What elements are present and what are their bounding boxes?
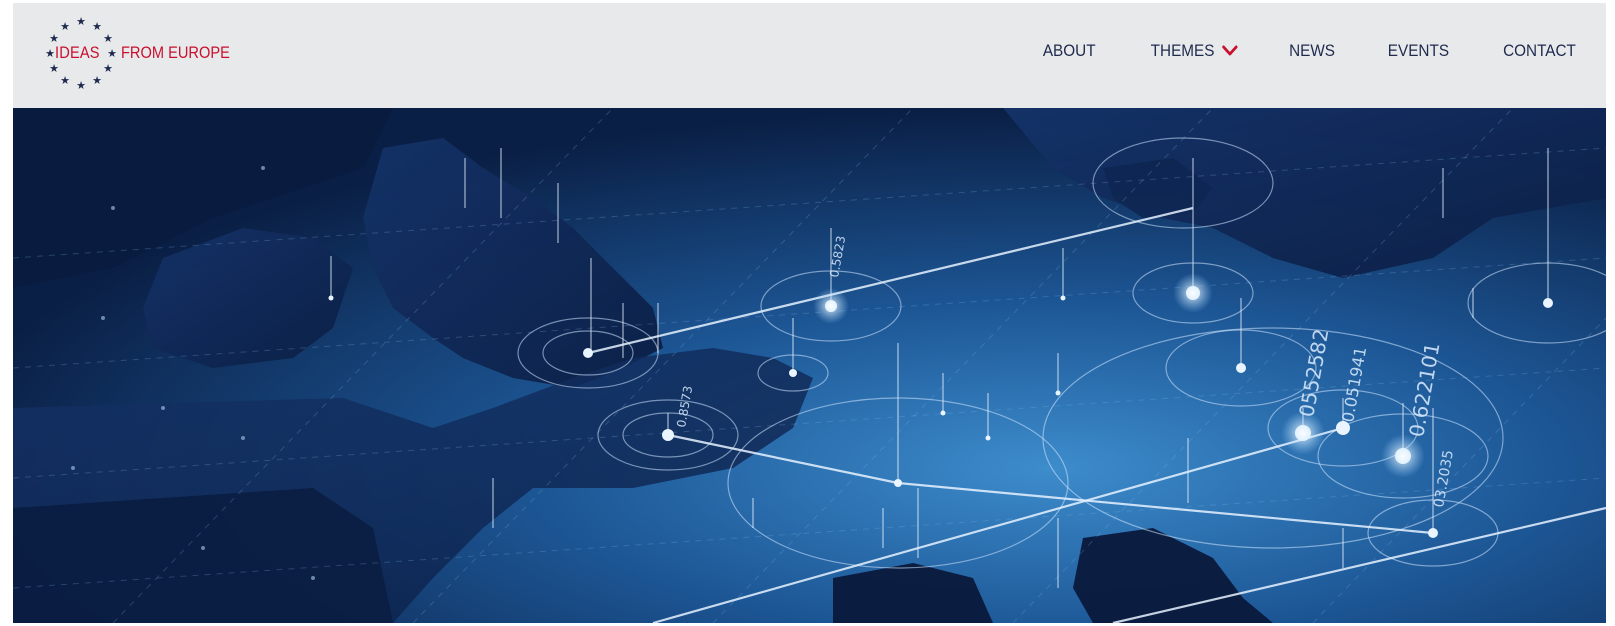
nav-contact[interactable]: CONTACT bbox=[1503, 41, 1576, 61]
svg-text:★: ★ bbox=[103, 62, 113, 75]
nav-news-label: NEWS bbox=[1289, 41, 1336, 60]
nav-events-label: EVENTS bbox=[1387, 41, 1450, 60]
nav-themes-label: THEMES bbox=[1150, 41, 1215, 60]
chevron-down-icon[interactable] bbox=[1222, 45, 1238, 57]
svg-text:★: ★ bbox=[92, 74, 102, 87]
svg-text:★: ★ bbox=[60, 20, 70, 33]
site-header: ★ ★ ★ ★ ★ ★ ★ ★ ★ ★ ★ ★ IDEAS FROM EUROP… bbox=[13, 3, 1606, 108]
svg-text:★: ★ bbox=[49, 62, 59, 75]
nav-events[interactable]: EVENTS bbox=[1388, 41, 1449, 61]
nav-contact-label: CONTACT bbox=[1503, 41, 1576, 60]
svg-text:★: ★ bbox=[60, 74, 70, 87]
main-nav: ABOUT THEMES NEWS EVENTS CONTACT bbox=[991, 41, 1576, 61]
logo-text-from-europe: FROM EUROPE bbox=[121, 43, 230, 62]
nav-news[interactable]: NEWS bbox=[1289, 41, 1335, 61]
svg-text:★: ★ bbox=[103, 32, 113, 45]
svg-text:★: ★ bbox=[107, 47, 117, 60]
hero-banner: 0552582 0.051941 0.622101 0.8573 0.5823 … bbox=[13, 108, 1606, 623]
nav-about-label: ABOUT bbox=[1042, 41, 1096, 60]
page-frame: ★ ★ ★ ★ ★ ★ ★ ★ ★ ★ ★ ★ IDEAS FROM EUROP… bbox=[13, 3, 1606, 623]
logo-text-ideas: IDEAS bbox=[55, 43, 100, 62]
nav-themes[interactable]: THEMES bbox=[1151, 41, 1238, 61]
svg-text:★: ★ bbox=[76, 79, 86, 92]
europe-network-map-image: 0552582 0.051941 0.622101 0.8573 0.5823 … bbox=[13, 108, 1606, 623]
svg-text:★: ★ bbox=[76, 15, 86, 28]
svg-text:★: ★ bbox=[92, 20, 102, 33]
nav-about[interactable]: ABOUT bbox=[1043, 41, 1096, 61]
svg-text:★: ★ bbox=[45, 47, 55, 60]
site-logo[interactable]: ★ ★ ★ ★ ★ ★ ★ ★ ★ ★ ★ ★ IDEAS FROM EUROP… bbox=[41, 15, 271, 95]
